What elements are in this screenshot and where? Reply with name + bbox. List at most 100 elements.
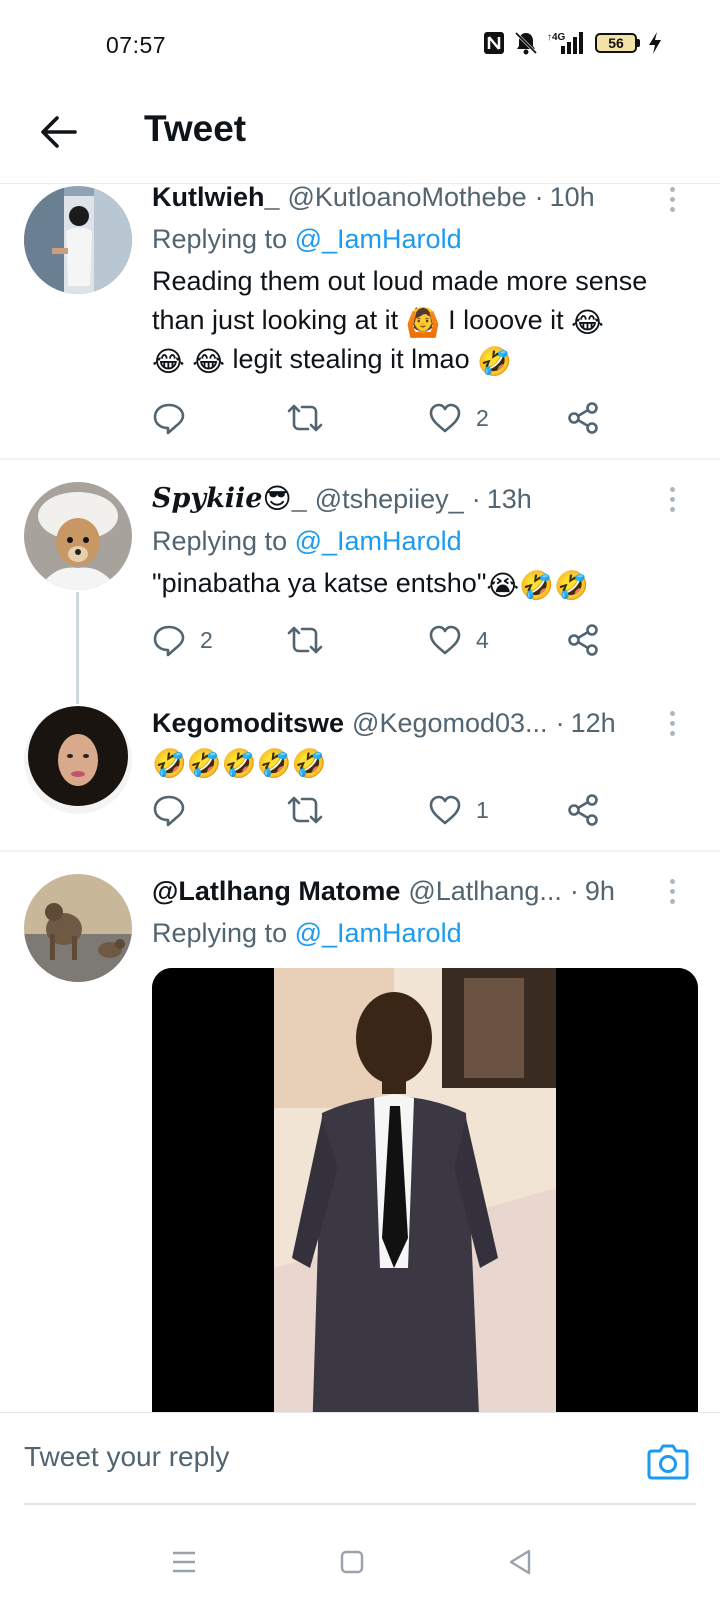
separator-dot: · xyxy=(471,484,481,514)
input-underline xyxy=(24,1503,696,1505)
camera-icon xyxy=(647,1444,689,1480)
home-button[interactable] xyxy=(332,1542,372,1582)
charging-icon xyxy=(649,32,661,54)
avatar[interactable] xyxy=(24,186,132,294)
avatar[interactable] xyxy=(24,874,132,982)
nfc-icon xyxy=(484,32,504,54)
reply-count: 2 xyxy=(200,626,213,653)
replying-to: Replying to @_IamHarold xyxy=(152,916,698,950)
retweet-icon xyxy=(287,404,323,432)
text-segment: legit stealing it lmao xyxy=(232,344,470,374)
user-name[interactable]: Kutlwieh_ xyxy=(152,184,280,214)
share-icon xyxy=(568,624,598,656)
mention-link[interactable]: @_IamHarold xyxy=(295,526,462,556)
bell-muted-icon xyxy=(514,31,538,55)
more-options-button[interactable] xyxy=(660,482,684,516)
emoji: 😂 xyxy=(192,346,225,377)
user-handle[interactable]: @tshepiiey_ xyxy=(315,482,464,516)
replying-prefix: Replying to xyxy=(152,918,288,948)
replying-to: Replying to @_IamHarold xyxy=(152,222,698,256)
back-nav-button[interactable] xyxy=(500,1542,540,1582)
like-action-button[interactable]: 2 xyxy=(428,398,489,438)
divider xyxy=(0,850,720,852)
reply-icon xyxy=(153,403,185,435)
mention-link[interactable]: @_IamHarold xyxy=(295,918,462,948)
tweet-actions: 2 4 xyxy=(152,620,612,660)
text-segment: "pinabatha ya katse entsho" xyxy=(152,568,487,598)
like-action-button[interactable]: 1 xyxy=(428,790,489,830)
retweet-action-button[interactable] xyxy=(286,398,338,438)
replying-prefix: Replying to xyxy=(152,526,288,556)
reply-action-button[interactable] xyxy=(152,790,200,830)
share-action-button[interactable] xyxy=(566,620,600,660)
arrow-left-icon xyxy=(41,116,77,148)
heart-icon xyxy=(429,795,461,825)
retweet-icon xyxy=(287,626,323,654)
reply-item[interactable]: Kutlwieh_ @KutloanoMothebe · 10h Replyin… xyxy=(0,184,720,460)
share-icon xyxy=(568,794,598,826)
emoji: 😂 xyxy=(152,346,185,377)
square-icon xyxy=(340,1550,364,1574)
share-icon xyxy=(568,402,598,434)
back-button[interactable] xyxy=(34,108,82,156)
reply-item[interactable]: Spykiie 😎 _ @tshepiiey_ · 13h Replying t… xyxy=(0,482,720,672)
emoji: 😎 xyxy=(262,483,292,514)
reply-text: Reading them out loud made more sense th… xyxy=(152,262,698,379)
emoji: 🤣 xyxy=(477,346,512,377)
more-options-button[interactable] xyxy=(660,184,684,216)
retweet-icon xyxy=(287,796,323,824)
heart-icon xyxy=(429,625,461,655)
divider xyxy=(0,458,720,460)
retweet-action-button[interactable] xyxy=(286,790,338,830)
retweet-action-button[interactable] xyxy=(286,620,338,660)
triangle-back-icon xyxy=(509,1549,531,1575)
user-name[interactable]: @Latlhang Matome xyxy=(152,874,400,908)
reply-action-button[interactable]: 2 xyxy=(152,620,213,660)
more-options-button[interactable] xyxy=(660,706,684,740)
app-header: Tweet xyxy=(0,88,720,184)
camera-button[interactable] xyxy=(646,1439,690,1483)
avatar[interactable] xyxy=(24,482,132,590)
reply-icon xyxy=(153,795,185,827)
reply-time: 13h xyxy=(486,484,532,514)
text-segment: than just looking at it xyxy=(152,305,399,335)
user-handle[interactable]: @KutloanoMothebe xyxy=(288,184,527,214)
more-options-button[interactable] xyxy=(660,874,684,908)
replying-to: Replying to @_IamHarold xyxy=(152,524,698,558)
status-icons: ↑4G 56 xyxy=(483,30,662,56)
text-line: Reading them out loud made more sense xyxy=(152,266,648,296)
svg-text:↑4G: ↑4G xyxy=(547,32,566,43)
reply-text: 🤣🤣🤣🤣🤣 xyxy=(152,742,698,781)
user-name[interactable]: Spykiie xyxy=(152,482,262,516)
heart-icon xyxy=(429,403,461,433)
like-count: 2 xyxy=(476,404,489,431)
reply-action-button[interactable] xyxy=(152,398,200,438)
separator-dot: · xyxy=(534,184,544,212)
user-handle[interactable]: @Latlhang... xyxy=(408,874,562,908)
reply-time: 12h xyxy=(570,708,616,738)
share-action-button[interactable] xyxy=(566,790,600,830)
like-count: 4 xyxy=(476,626,489,653)
reply-item[interactable]: Kegomoditswe @Kegomod03... · 12h 🤣🤣🤣🤣🤣 1 xyxy=(0,706,720,856)
tweet-media-image[interactable] xyxy=(152,968,698,1412)
reply-input[interactable]: Tweet your reply xyxy=(24,1441,584,1481)
menu-icon xyxy=(173,1551,195,1573)
user-name[interactable]: Kegomoditswe xyxy=(152,706,344,740)
share-action-button[interactable] xyxy=(566,398,600,438)
like-count: 1 xyxy=(476,796,489,823)
avatar[interactable] xyxy=(24,706,132,814)
text-segment: I looove it xyxy=(448,305,564,335)
recent-apps-button[interactable] xyxy=(164,1542,204,1582)
separator-dot: · xyxy=(569,876,579,906)
battery-level: 56 xyxy=(595,33,637,53)
replies-list: Kutlwieh_ @KutloanoMothebe · 10h Replyin… xyxy=(0,184,720,1412)
reply-composer: Tweet your reply xyxy=(0,1412,720,1506)
reply-time: 9h xyxy=(584,876,615,906)
like-action-button[interactable]: 4 xyxy=(428,620,489,660)
battery-icon: 56 xyxy=(595,33,640,53)
replying-prefix: Replying to xyxy=(152,224,288,254)
tweet-actions: 1 xyxy=(152,790,612,830)
reply-item[interactable]: @Latlhang Matome @Latlhang... · 9h Reply… xyxy=(0,874,720,1412)
user-handle[interactable]: @Kegomod03... xyxy=(352,706,548,740)
mention-link[interactable]: @_IamHarold xyxy=(295,224,462,254)
